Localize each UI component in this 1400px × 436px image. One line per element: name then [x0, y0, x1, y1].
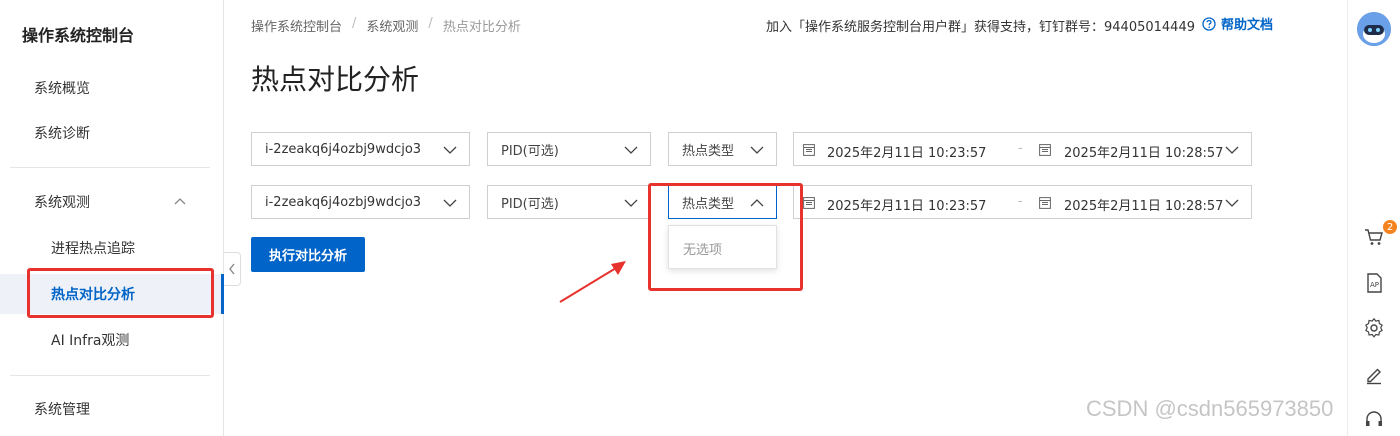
pid-placeholder: PID(可选) — [501, 196, 559, 212]
chevron-down-icon — [1225, 199, 1239, 207]
instance-value: i-2zeakq6j4ozbj9wdcjo3 — [265, 194, 422, 210]
instance-select-1[interactable]: i-2zeakq6j4ozbj9wdcjo3 — [251, 132, 470, 166]
time-range-picker-1[interactable]: 2025年2月11日 10:23:57 - 2025年2月11日 10:28:5… — [793, 132, 1252, 166]
breadcrumb-item[interactable]: 系统观测 — [366, 16, 418, 35]
support-notice: 加入「操作系统服务控制台用户群」获得支持，钉钉群号：94405014449 — [766, 20, 1195, 35]
chevron-up-icon — [174, 198, 186, 205]
chevron-down-icon — [1225, 146, 1239, 154]
annotation-arrow-icon — [559, 261, 626, 303]
end-time[interactable]: 2025年2月11日 10:28:57 — [1064, 142, 1223, 161]
hotspot-type-placeholder: 热点类型 — [682, 143, 735, 159]
end-time[interactable]: 2025年2月11日 10:28:57 — [1064, 195, 1223, 214]
sidebar-item-label: AI Infra观测 — [51, 333, 130, 349]
calendar-icon — [1039, 197, 1051, 209]
calendar-icon — [803, 144, 815, 156]
sidebar-item-diagnosis[interactable]: 系统诊断 — [0, 113, 223, 153]
pid-select-2[interactable]: PID(可选) — [487, 185, 651, 219]
chevron-down-icon — [624, 146, 638, 154]
pid-select-1[interactable]: PID(可选) — [487, 132, 651, 166]
sidebar-item-manage[interactable]: 系统管理 — [0, 389, 223, 429]
highlight-box-dropdown — [648, 183, 803, 291]
chevron-left-icon — [229, 263, 235, 275]
sidebar: 操作系统控制台 系统概览 系统诊断 系统观测 进程热点追踪 热点对比分析 AI … — [0, 0, 224, 436]
sidebar-item-label: 系统概览 — [34, 81, 90, 97]
sidebar-group-observe[interactable]: 系统观测 — [0, 182, 223, 222]
sidebar-item-label: 系统观测 — [34, 195, 90, 211]
range-separator: - — [1018, 194, 1023, 209]
headset-icon[interactable] — [1363, 408, 1385, 430]
api-doc-icon[interactable]: AP — [1363, 272, 1385, 294]
breadcrumb-item[interactable]: 操作系统控制台 — [251, 16, 342, 35]
edit-icon[interactable] — [1363, 363, 1385, 385]
sidebar-item-label: 系统管理 — [34, 402, 90, 418]
help-circle-icon — [1202, 16, 1216, 31]
sidebar-item-label: 系统诊断 — [34, 126, 90, 142]
run-compare-button[interactable]: 执行对比分析 — [251, 237, 365, 272]
sidebar-divider — [10, 375, 210, 376]
sidebar-item-process-hotspot[interactable]: 进程热点追踪 — [0, 228, 223, 268]
sidebar-item-label: 进程热点追踪 — [51, 241, 135, 257]
breadcrumb-current: 热点对比分析 — [442, 20, 521, 35]
calendar-icon — [803, 197, 815, 209]
chevron-down-icon — [750, 146, 764, 154]
help-docs-label: 帮助文档 — [1221, 18, 1274, 33]
hotspot-type-select-1[interactable]: 热点类型 — [668, 132, 777, 166]
breadcrumb: 操作系统控制台 / 系统观测 / 热点对比分析 — [251, 16, 521, 35]
sidebar-divider — [10, 167, 210, 168]
instance-select-2[interactable]: i-2zeakq6j4ozbj9wdcjo3 — [251, 185, 470, 219]
page-title: 热点对比分析 — [251, 63, 420, 96]
cart-badge: 2 — [1383, 220, 1397, 234]
chevron-down-icon — [443, 146, 457, 154]
pid-placeholder: PID(可选) — [501, 143, 559, 159]
instance-value: i-2zeakq6j4ozbj9wdcjo3 — [265, 141, 422, 157]
svg-text:AP: AP — [1370, 281, 1379, 289]
gear-icon[interactable] — [1363, 317, 1385, 339]
start-time[interactable]: 2025年2月11日 10:23:57 — [827, 195, 986, 214]
sidebar-item-overview[interactable]: 系统概览 — [0, 68, 223, 108]
range-separator: - — [1018, 141, 1023, 156]
avatar[interactable] — [1357, 12, 1391, 46]
highlight-box-sidebar — [27, 268, 214, 318]
watermark: CSDN @csdn565973850 — [1086, 396, 1334, 421]
cart-icon[interactable] — [1363, 226, 1385, 248]
chevron-down-icon — [624, 199, 638, 207]
calendar-icon — [1039, 144, 1051, 156]
chevron-down-icon — [443, 199, 457, 207]
time-range-picker-2[interactable]: 2025年2月11日 10:23:57 - 2025年2月11日 10:28:5… — [793, 185, 1252, 219]
sidebar-collapse-button[interactable] — [224, 252, 241, 286]
robot-avatar-icon — [1357, 12, 1391, 46]
help-docs-link[interactable]: 帮助文档 — [1202, 14, 1273, 33]
start-time[interactable]: 2025年2月11日 10:23:57 — [827, 142, 986, 161]
console-title: 操作系统控制台 — [22, 26, 135, 45]
sidebar-item-ai-infra[interactable]: AI Infra观测 — [0, 320, 223, 360]
